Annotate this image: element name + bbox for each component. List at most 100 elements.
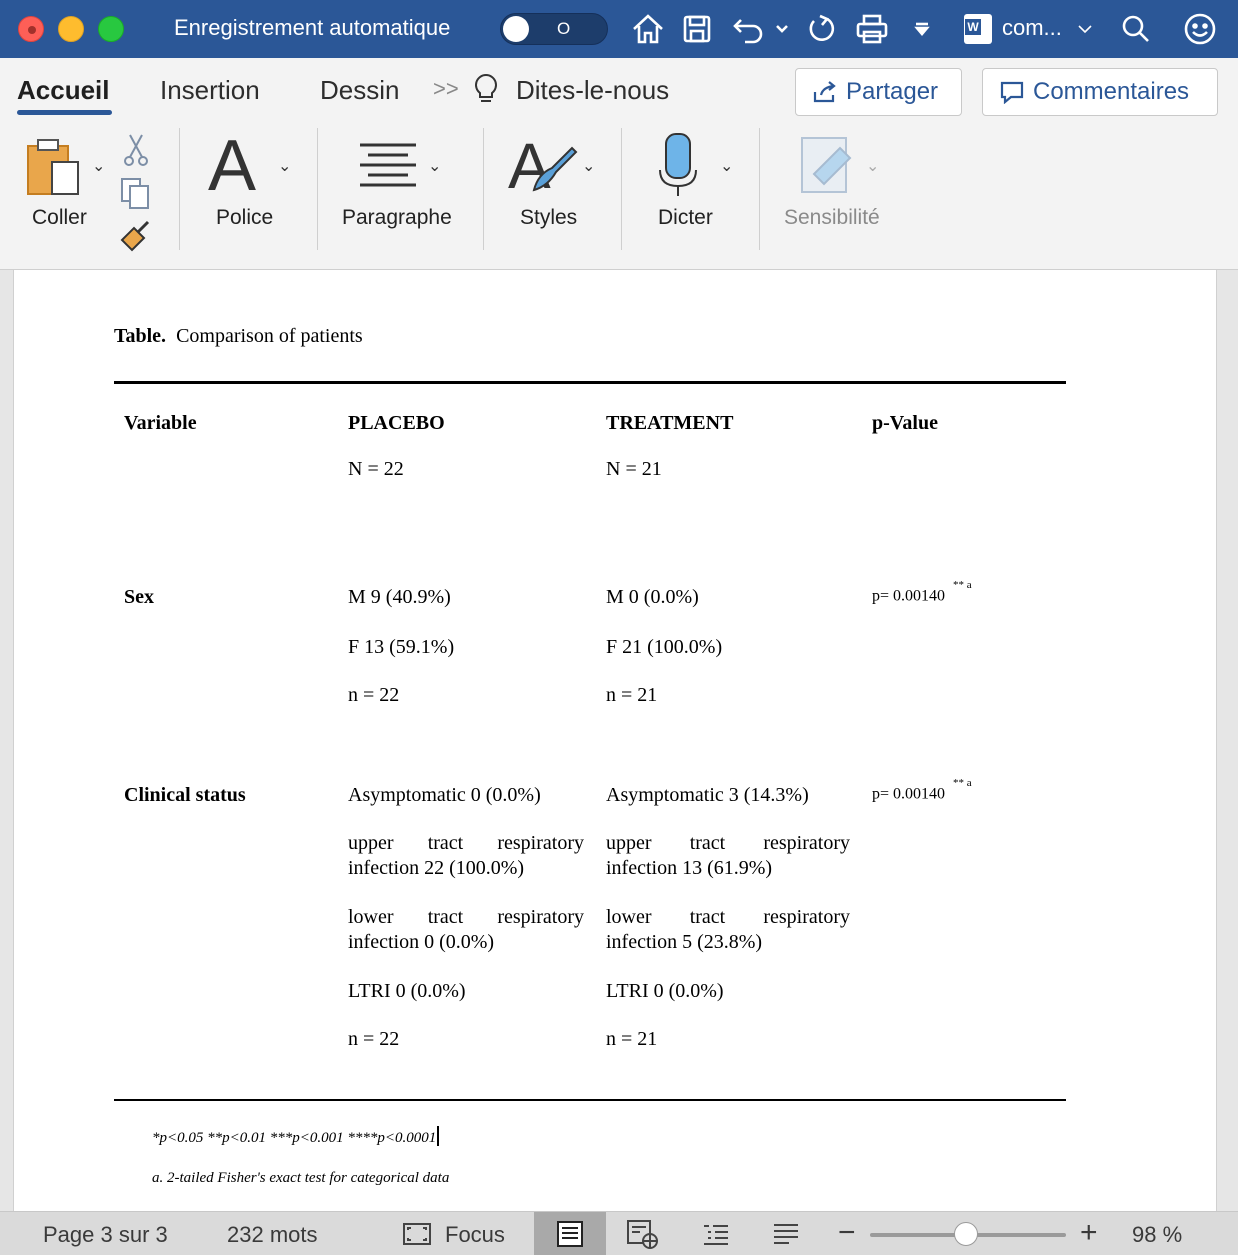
draft-view-button[interactable]: [766, 1212, 806, 1255]
clinical-treatment-lower: lower tract respiratory infection 5 (23.8%…: [606, 906, 850, 953]
header-pvalue: p-Value: [872, 412, 938, 434]
search-icon[interactable]: [1118, 10, 1154, 48]
tab-insertion[interactable]: Insertion: [160, 75, 260, 106]
paragraph-icon[interactable]: [358, 142, 418, 193]
styles-dropdown-icon[interactable]: ⌄: [582, 156, 595, 176]
zoom-window-button[interactable]: [98, 16, 124, 42]
lightbulb-icon: [472, 72, 500, 111]
sex-treatment-n: n = 21: [606, 684, 658, 706]
print-layout-view-button[interactable]: [534, 1212, 606, 1255]
footnote-significance[interactable]: *p<0.05 **p<0.01 ***p<0.001 ****p<0.0001: [152, 1126, 440, 1147]
clinical-treatment-n: n = 21: [606, 1028, 658, 1050]
group-label-sensibilite: Sensibilité: [784, 206, 880, 229]
document-name[interactable]: com...: [1002, 15, 1062, 41]
clinical-pvalue-sup: ** a: [953, 777, 972, 789]
clinical-placebo-asymptomatic: Asymptomatic 0 (0.0%): [348, 784, 541, 806]
save-icon[interactable]: [678, 10, 716, 48]
word-count[interactable]: 232 mots: [227, 1222, 318, 1248]
sex-treatment-m: M 0 (0.0%): [606, 586, 699, 608]
sensitivity-dropdown-icon: ⌄: [866, 158, 880, 175]
ribbon-separator: [759, 128, 760, 250]
zoom-slider-knob[interactable]: [954, 1222, 978, 1246]
comments-label: Commentaires: [1033, 78, 1190, 105]
sex-placebo-m: M 9 (40.9%): [348, 586, 451, 608]
share-button[interactable]: Partager: [795, 68, 962, 116]
autosave-label: Enregistrement automatique: [174, 15, 451, 40]
comments-button[interactable]: Commentaires: [982, 68, 1218, 116]
paste-icon[interactable]: [24, 136, 86, 203]
clinical-treatment-asymptomatic: Asymptomatic 3 (14.3%): [606, 784, 809, 806]
clinical-placebo-n: n = 22: [348, 1028, 400, 1050]
clinical-pvalue: p= 0.00140 ** a: [872, 777, 972, 803]
tab-accueil[interactable]: Accueil: [17, 75, 110, 106]
placebo-n-total: N = 22: [348, 458, 404, 480]
comment-icon: [1000, 81, 1024, 104]
font-icon[interactable]: A: [208, 130, 256, 202]
group-label-styles: Styles: [520, 206, 578, 229]
customize-toolbar-icon[interactable]: [910, 10, 934, 48]
clinical-placebo-lower: lower tract respiratory infection 0 (0.0%): [348, 906, 584, 953]
redo-icon[interactable]: [802, 10, 840, 48]
treatment-n-total: N = 21: [606, 458, 662, 480]
minimize-window-button[interactable]: [58, 16, 84, 42]
autosave-toggle[interactable]: O: [500, 13, 608, 45]
group-label-paragraphe: Paragraphe: [342, 206, 452, 229]
header-variable: Variable: [124, 412, 197, 434]
zoom-out-button[interactable]: −: [838, 1216, 856, 1250]
group-label-dicter: Dicter: [658, 206, 713, 229]
close-window-button[interactable]: [18, 16, 44, 42]
styles-icon[interactable]: A: [508, 130, 578, 202]
tell-me-search[interactable]: Dites-le-nous: [516, 75, 669, 106]
sex-pvalue-text: p= 0.00140: [872, 587, 946, 605]
more-tabs-chevron[interactable]: >>: [433, 76, 459, 102]
header-treatment: TREATMENT: [606, 412, 734, 434]
undo-icon[interactable]: [728, 10, 768, 48]
focus-icon[interactable]: [402, 1222, 432, 1251]
draft-icon: [774, 1224, 798, 1244]
row-label-clinical-status: Clinical status: [124, 784, 246, 806]
table-top-rule: [114, 381, 1066, 384]
tab-dessin[interactable]: Dessin: [320, 75, 399, 106]
paragraph-dropdown-icon[interactable]: ⌄: [428, 156, 441, 176]
sex-treatment-f: F 21 (100.0%): [606, 636, 723, 658]
row-label-sex: Sex: [124, 586, 154, 608]
dictate-dropdown-icon[interactable]: ⌄: [720, 156, 733, 176]
table-title-label: Table.: [114, 325, 167, 347]
share-label: Partager: [846, 78, 939, 105]
zoom-in-button[interactable]: +: [1080, 1216, 1098, 1250]
paste-dropdown-icon[interactable]: ⌄: [92, 156, 105, 176]
smiley-feedback-icon[interactable]: [1180, 10, 1220, 48]
clinical-placebo-upper: upper tract respiratory infection 22 (100.…: [348, 832, 584, 879]
cut-icon[interactable]: [122, 133, 150, 172]
web-layout-icon: [627, 1220, 658, 1249]
zoom-level[interactable]: 98 %: [1132, 1222, 1182, 1248]
focus-label[interactable]: Focus: [445, 1222, 505, 1248]
copy-icon[interactable]: [118, 176, 152, 215]
outline-view-button[interactable]: [696, 1212, 736, 1255]
ribbon-separator: [317, 128, 318, 250]
page-count[interactable]: Page 3 sur 3: [43, 1222, 168, 1248]
sex-placebo-f: F 13 (59.1%): [348, 636, 455, 658]
title-bar: Enregistrement automatique O W com...: [0, 0, 1238, 58]
svg-text:A: A: [508, 134, 551, 196]
undo-dropdown-icon[interactable]: [772, 10, 792, 48]
print-icon[interactable]: [852, 10, 892, 48]
web-layout-view-button[interactable]: [620, 1212, 664, 1255]
sex-placebo-n: n = 22: [348, 684, 400, 706]
footnote-fisher: a. 2-tailed Fisher's exact test for cate…: [152, 1170, 450, 1186]
clinical-placebo-ltri: LTRI 0 (0.0%): [348, 980, 466, 1002]
font-dropdown-icon[interactable]: ⌄: [278, 156, 291, 176]
autosave-state: O: [557, 19, 571, 38]
home-icon[interactable]: [628, 10, 668, 48]
microphone-icon[interactable]: [656, 132, 700, 203]
ribbon-separator: [621, 128, 622, 250]
ribbon: Accueil Insertion Dessin >> Dites-le-nou…: [0, 58, 1238, 270]
ribbon-separator: [179, 128, 180, 250]
format-painter-icon[interactable]: [118, 218, 154, 257]
document-name-chevron-icon[interactable]: [1074, 10, 1096, 48]
table-title: Table. Comparison of patients: [114, 325, 363, 348]
word-app-icon: W: [964, 14, 992, 44]
toggle-knob: [503, 16, 529, 42]
sex-pvalue-sup: ** a: [953, 579, 972, 591]
clinical-pvalue-text: p= 0.00140: [872, 785, 946, 803]
